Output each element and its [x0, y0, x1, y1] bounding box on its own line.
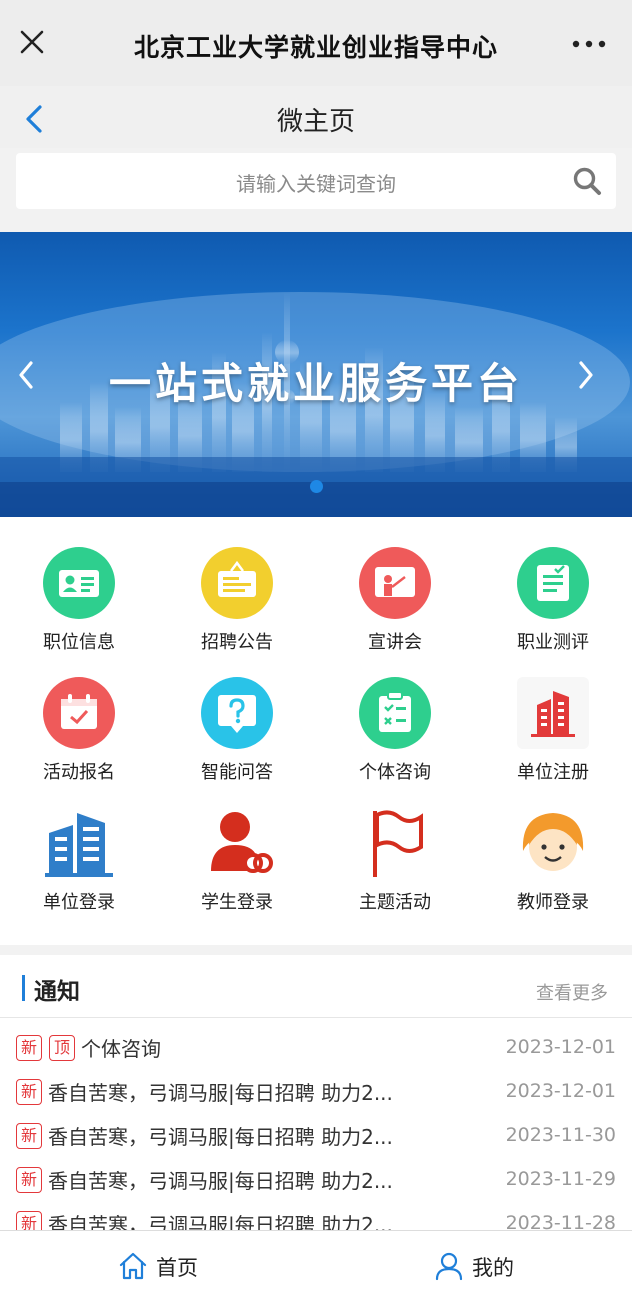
- menu-item-recruit-notice[interactable]: 招聘公告: [158, 517, 316, 653]
- notice-row[interactable]: 新 香自苦寒，弓调马服|每日招聘 助力2... 2023-12-01: [0, 1077, 632, 1121]
- app-title: 北京工业大学就业创业指导中心: [133, 33, 498, 62]
- title-bar: 北京工业大学就业创业指导中心: [0, 0, 632, 86]
- tab-label: 我的: [472, 1256, 514, 1280]
- menu-item-job-info[interactable]: 职位信息: [0, 517, 158, 653]
- menu-item-student-login[interactable]: 学生登录: [158, 777, 316, 913]
- notice-title: 个体咨询: [81, 1037, 161, 1061]
- tab-label: 首页: [156, 1256, 198, 1280]
- menu-item-label: 主题活动: [359, 892, 431, 913]
- menu-item-consult[interactable]: 个体咨询: [316, 647, 474, 783]
- menu-item-theme-event[interactable]: 主题活动: [316, 777, 474, 913]
- notice-row[interactable]: 新 香自苦寒，弓调马服|每日招聘 助力2... 2023-11-29: [0, 1165, 632, 1209]
- section-title: 通知: [34, 979, 80, 1005]
- notice-title: 香自苦寒，弓调马服|每日招聘 助力2...: [48, 1169, 393, 1193]
- new-badge: 新: [16, 1123, 42, 1149]
- notice-header: 通知 查看更多: [0, 955, 632, 1018]
- new-badge: 新: [16, 1035, 42, 1061]
- notice-row[interactable]: 新 顶 个体咨询 2023-12-01: [0, 1033, 632, 1077]
- menu-item-seminar[interactable]: 宣讲会: [316, 517, 474, 653]
- notice-date: 2023-11-30: [505, 1124, 616, 1146]
- bottom-tab-bar: 首页 我的: [0, 1230, 632, 1300]
- notice-board-icon: [201, 547, 273, 619]
- notice-title: 香自苦寒，弓调马服|每日招聘 助力2...: [48, 1125, 393, 1149]
- presentation-icon: [359, 547, 431, 619]
- notice-date: 2023-12-01: [505, 1036, 616, 1058]
- notice-title: 香自苦寒，弓调马服|每日招聘 助力2...: [48, 1081, 393, 1105]
- building-red-icon: [517, 677, 589, 749]
- carousel-indicator[interactable]: [310, 480, 323, 493]
- calendar-check-icon: [43, 677, 115, 749]
- section-accent-bar: [22, 975, 25, 1001]
- menu-item-smart-qa[interactable]: 智能问答: [158, 647, 316, 783]
- function-grid: 职位信息 招聘公告 宣讲会 职业测评 活动报名 智能问答 个体咨询 单位注册 单…: [0, 517, 632, 945]
- search-icon[interactable]: [572, 166, 602, 196]
- tab-mine[interactable]: 我的: [434, 1249, 534, 1283]
- menu-item-teacher-login[interactable]: 教师登录: [474, 777, 632, 913]
- page-title: 微主页: [276, 107, 355, 137]
- search-placeholder: 请输入关键词查询: [236, 172, 396, 196]
- notice-section: 通知 查看更多 新 顶 个体咨询 2023-12-01 新 香自苦寒，弓调马服|…: [0, 955, 632, 1237]
- notice-date: 2023-12-01: [505, 1080, 616, 1102]
- menu-item-label: 学生登录: [201, 892, 273, 913]
- menu-item-company-register[interactable]: 单位注册: [474, 647, 632, 783]
- chevron-left-icon[interactable]: [14, 358, 38, 392]
- top-badge: 顶: [49, 1035, 75, 1061]
- flag-icon: [373, 810, 423, 877]
- menu-item-label: 单位登录: [43, 892, 115, 913]
- new-badge: 新: [16, 1079, 42, 1105]
- question-bubble-icon: [201, 677, 273, 749]
- menu-item-company-login[interactable]: 单位登录: [0, 777, 158, 913]
- id-card-icon: [43, 547, 115, 619]
- menu-item-event-signup[interactable]: 活动报名: [0, 647, 158, 783]
- clipboard-icon: [359, 677, 431, 749]
- tab-home[interactable]: 首页: [118, 1249, 218, 1283]
- notice-date: 2023-11-29: [505, 1168, 616, 1190]
- new-badge: 新: [16, 1167, 42, 1193]
- student-icon: [211, 812, 273, 873]
- banner-headline: 一站式就业服务平台: [108, 359, 523, 408]
- menu-item-label: 教师登录: [517, 892, 589, 913]
- close-icon[interactable]: [16, 26, 48, 58]
- teacher-icon: [522, 813, 584, 871]
- more-dots-icon[interactable]: [572, 38, 606, 50]
- chevron-right-icon[interactable]: [574, 358, 598, 392]
- notice-row[interactable]: 新 香自苦寒，弓调马服|每日招聘 助力2... 2023-11-30: [0, 1121, 632, 1165]
- user-icon: [435, 1252, 463, 1281]
- page-header: 微主页: [0, 86, 632, 148]
- home-icon: [119, 1252, 147, 1280]
- checklist-icon: [517, 547, 589, 619]
- menu-item-career-test[interactable]: 职业测评: [474, 517, 632, 653]
- view-more-link[interactable]: 查看更多: [536, 979, 608, 1005]
- banner-carousel[interactable]: 一站式就业服务平台: [0, 232, 632, 517]
- building-blue-icon: [45, 813, 113, 877]
- search-input[interactable]: 请输入关键词查询: [16, 153, 616, 209]
